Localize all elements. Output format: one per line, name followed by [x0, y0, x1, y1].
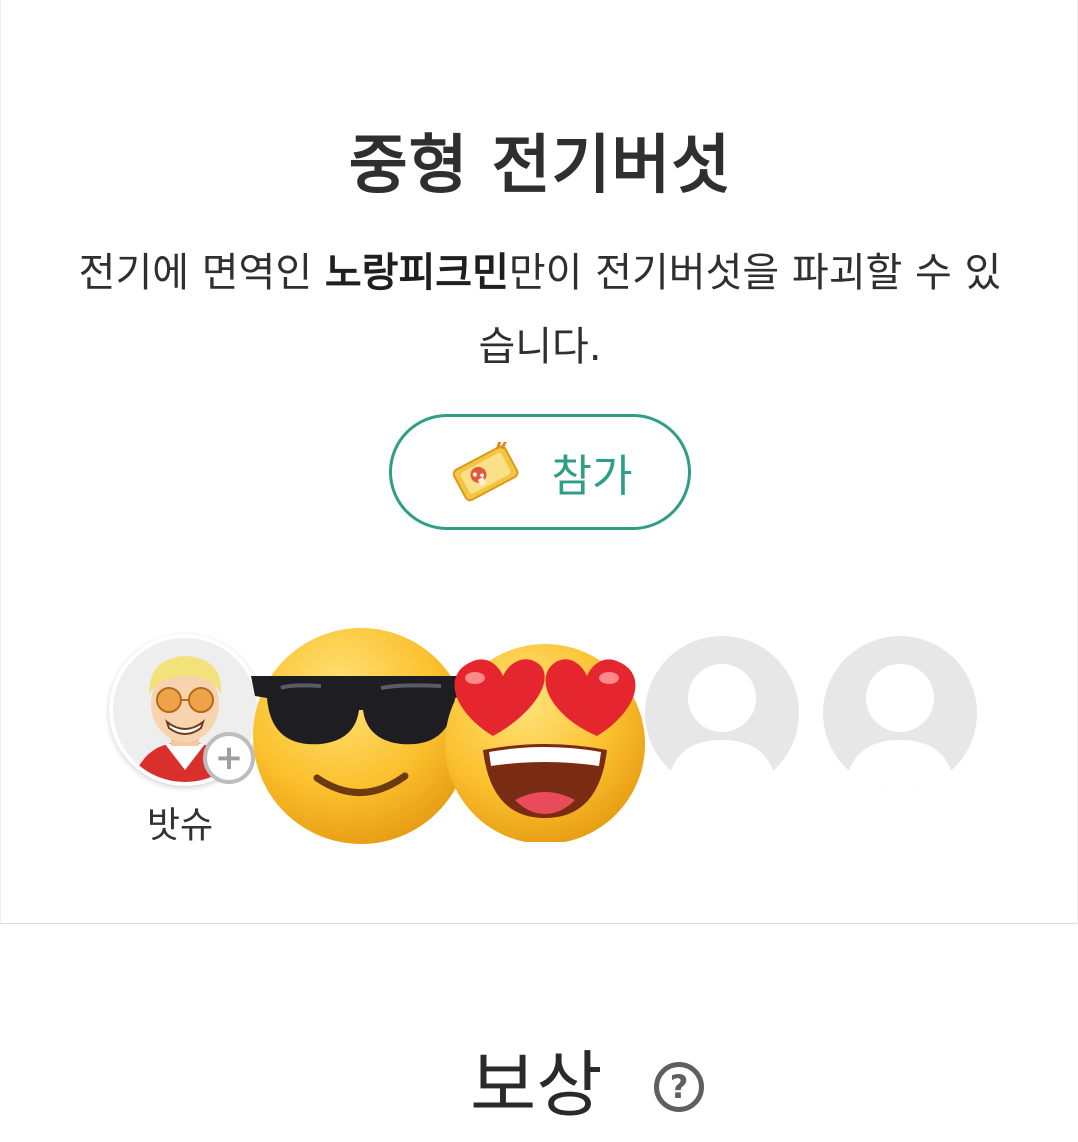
- mission-description: 전기에 면역인 노랑피크민만이 전기버섯을 파괴할 수 있습니다.: [71, 236, 1009, 384]
- help-icon[interactable]: ?: [654, 1062, 704, 1112]
- mission-title: 중형 전기버섯: [348, 129, 732, 203]
- description-text-1: 전기에 면역인: [78, 250, 325, 296]
- description-highlight: 노랑피크민: [324, 250, 509, 296]
- person-placeholder-icon: [667, 664, 777, 790]
- join-button[interactable]: 참가: [389, 414, 691, 530]
- rewards-title: 보상: [470, 1043, 603, 1127]
- empty-slot-1[interactable]: [645, 636, 799, 790]
- description-text-2: 만이 전기버섯을 파괴할 수 있습니다.: [478, 250, 1002, 370]
- person-placeholder-icon: [845, 664, 955, 790]
- member-name: 밧슈: [146, 805, 214, 846]
- add-friend-badge[interactable]: +: [203, 732, 255, 784]
- ticket-icon: [452, 442, 518, 502]
- question-mark: ?: [669, 1068, 689, 1106]
- heart-eyes-emoji[interactable]: [441, 632, 651, 842]
- sunglasses-emoji[interactable]: [251, 618, 471, 854]
- plus-icon: +: [214, 738, 244, 778]
- party-member-1[interactable]: + 밧슈: [105, 634, 261, 846]
- empty-slot-2[interactable]: [823, 636, 977, 790]
- join-button-label: 참가: [551, 451, 633, 502]
- mission-card: 중형 전기버섯 전기에 면역인 노랑피크민만이 전기버섯을 파괴할 수 있습니다…: [0, 0, 1078, 924]
